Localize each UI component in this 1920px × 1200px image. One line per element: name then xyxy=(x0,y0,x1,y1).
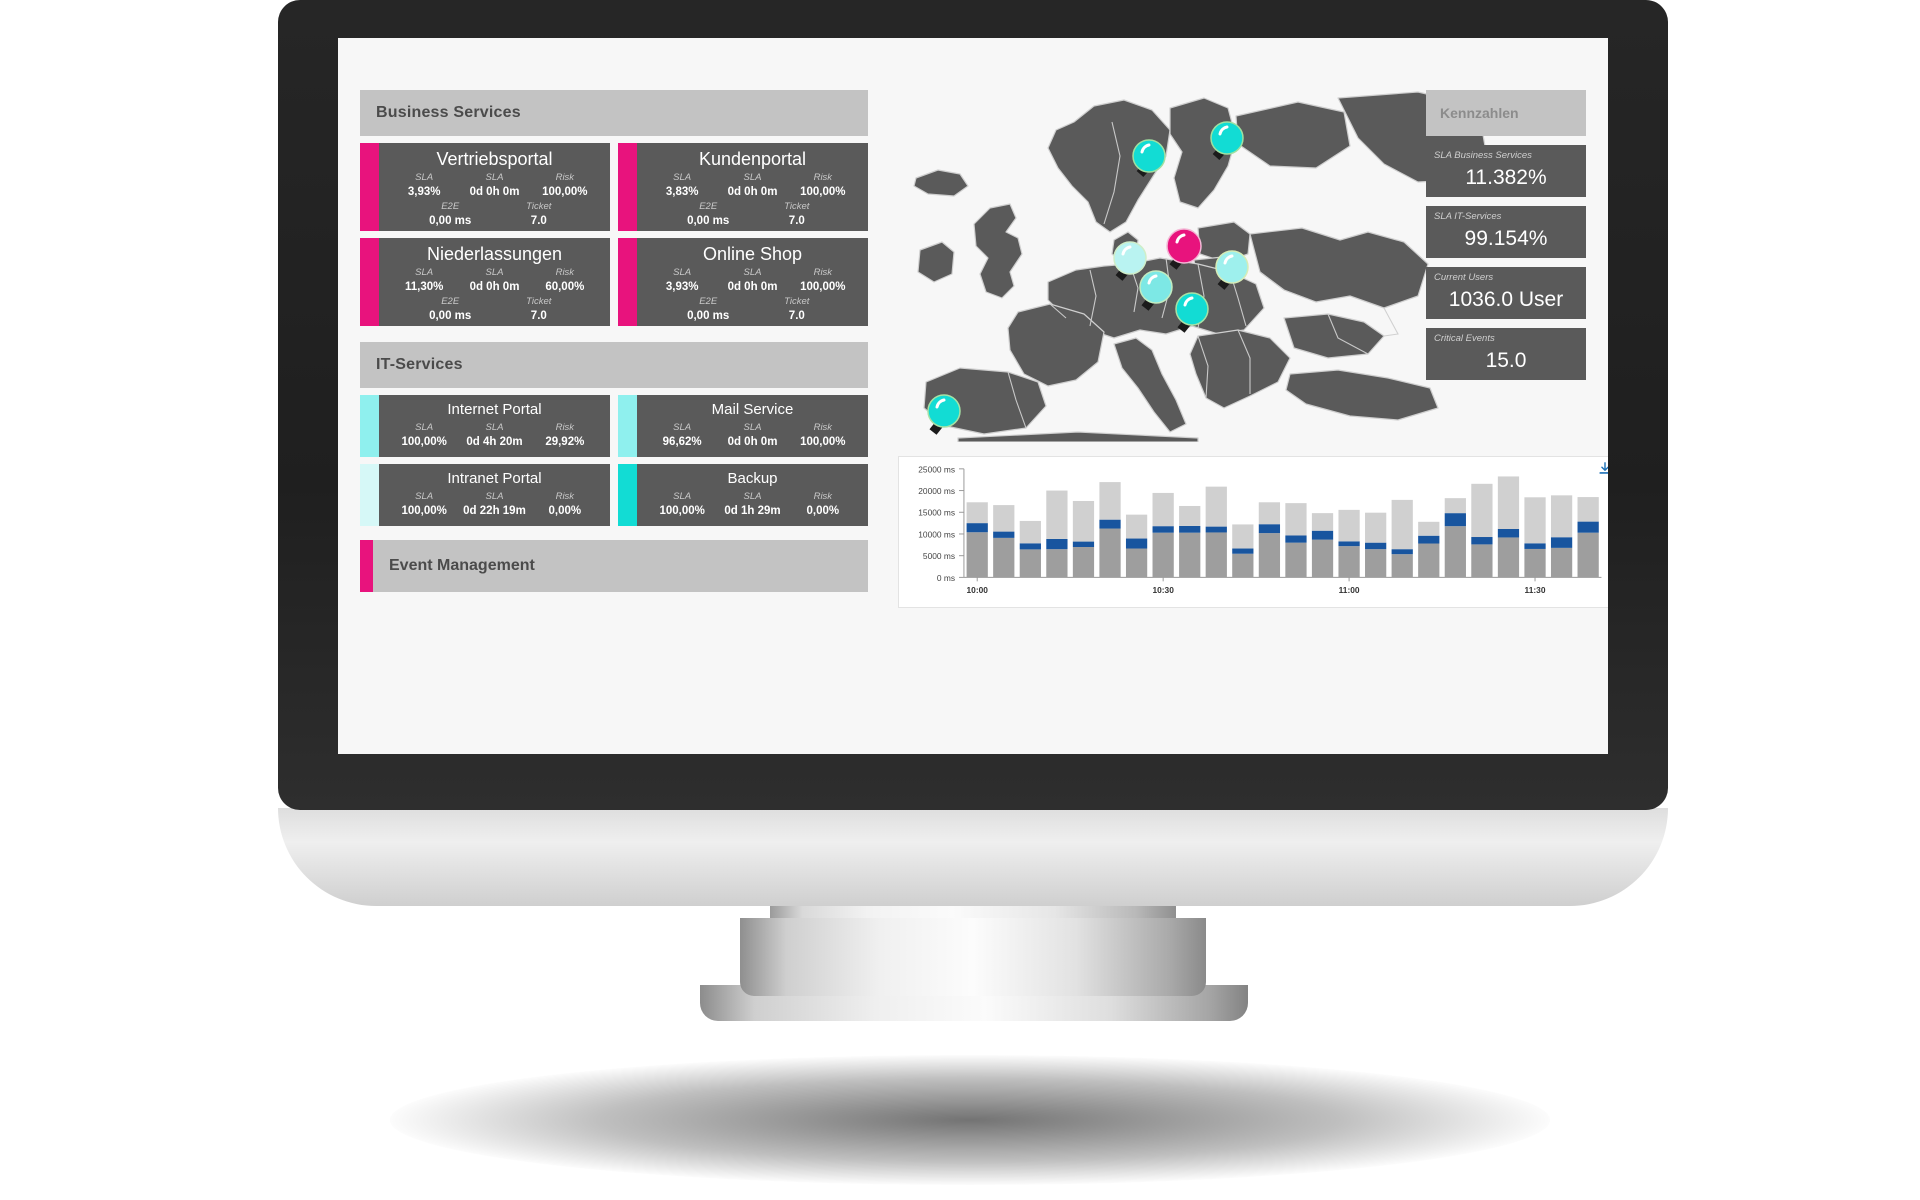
screenshot-stage: Business Services Vertriebsportal SLA 3,… xyxy=(0,0,1920,1200)
monitor-shadow xyxy=(390,1055,1550,1185)
monitor-outline xyxy=(278,0,1668,1060)
